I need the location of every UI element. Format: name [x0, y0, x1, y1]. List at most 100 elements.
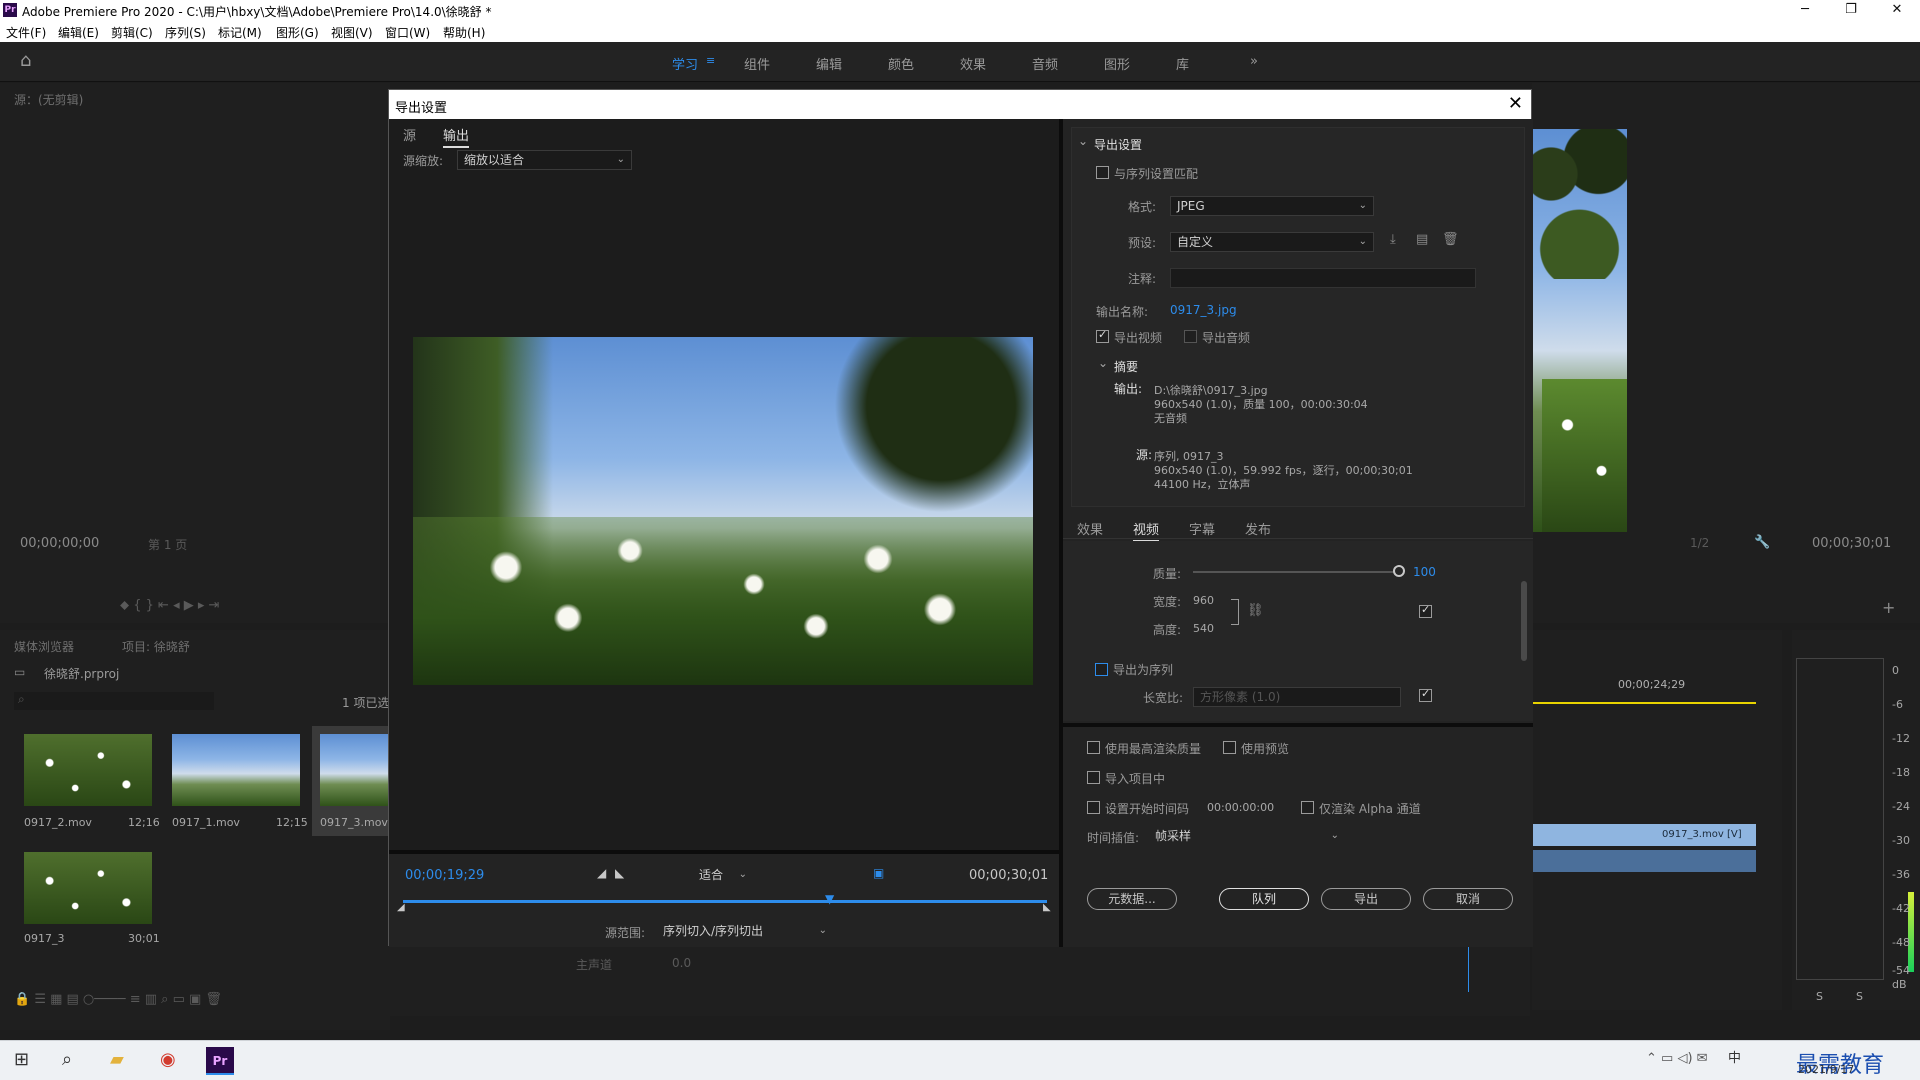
workspace-effects[interactable]: 效果 — [960, 54, 986, 73]
start-timecode-value[interactable]: 00:00:00:00 — [1207, 801, 1274, 814]
quality-slider-handle[interactable] — [1393, 565, 1405, 577]
meter-solo-button[interactable]: S — [1856, 990, 1863, 1003]
source-page-select[interactable]: 第 1 页 — [148, 536, 187, 553]
tab-video[interactable]: 视频 — [1133, 519, 1160, 542]
playhead-line[interactable] — [1468, 946, 1469, 992]
workspace-editing[interactable]: 编辑 — [816, 54, 842, 73]
meter-solo-button[interactable]: S — [1816, 990, 1823, 1003]
workspace-menu-icon[interactable]: ≡ — [706, 54, 715, 67]
height-value[interactable]: 540 — [1193, 622, 1214, 635]
home-icon[interactable]: ⌂ — [20, 50, 31, 71]
windows-start-icon[interactable]: ⊞ — [14, 1049, 29, 1070]
program-timecode[interactable]: 00;00;30;01 — [1812, 536, 1891, 551]
workspace-audio[interactable]: 音频 — [1032, 54, 1058, 73]
delete-preset-icon[interactable]: 🗑 — [1442, 232, 1459, 247]
tab-captions[interactable]: 字幕 — [1189, 519, 1215, 538]
workspace-graphics[interactable]: 图形 — [1104, 54, 1130, 73]
settings-scrollbar[interactable] — [1521, 581, 1527, 661]
width-height-match-checkbox[interactable] — [1419, 603, 1432, 618]
project-thumb-sequence[interactable] — [24, 852, 152, 924]
workspace-color[interactable]: 颜色 — [888, 54, 914, 73]
save-preset-icon[interactable]: ⤓ — [1390, 232, 1396, 247]
metadata-button[interactable]: 元数据... — [1087, 888, 1177, 910]
menu-file[interactable]: 文件(F) — [6, 24, 46, 41]
format-select[interactable]: JPEG ⌄ — [1170, 196, 1374, 216]
menu-view[interactable]: 视图(V) — [331, 24, 373, 41]
project-thumb-0917-1[interactable] — [172, 734, 300, 806]
menu-marker[interactable]: 标记(M) — [218, 24, 262, 41]
tab-output[interactable]: 输出 — [443, 125, 470, 148]
max-render-quality-checkbox[interactable] — [1087, 741, 1100, 754]
menu-graphics[interactable]: 图形(G) — [276, 24, 319, 41]
premiere-taskbar-icon[interactable]: Pr — [206, 1047, 234, 1075]
project-search-input[interactable]: ⌕ — [14, 692, 214, 710]
current-timecode[interactable]: 00;00;19;29 — [405, 868, 484, 883]
timeline-video-clip[interactable]: 0917_3.mov [V] — [1532, 824, 1756, 846]
export-button[interactable]: 导出 — [1321, 888, 1411, 910]
preview-scrubber[interactable] — [403, 900, 1047, 903]
program-ratio-select[interactable]: 1/2 — [1690, 536, 1709, 550]
ime-indicator[interactable]: 中 — [1728, 1047, 1741, 1066]
time-interpolation-select[interactable]: 帧采样 ⌄ — [1149, 827, 1345, 847]
source-transport-icons[interactable]: ⬥ { } ⇤ ◂ ▶ ▸ ⇥ — [120, 598, 219, 613]
add-button-icon[interactable]: + — [1882, 598, 1895, 617]
workspace-libraries[interactable]: 库 — [1176, 54, 1189, 73]
menu-help[interactable]: 帮助(H) — [443, 24, 485, 41]
out-handle-icon[interactable]: ◣ — [1043, 902, 1051, 913]
cancel-button[interactable]: 取消 — [1423, 888, 1513, 910]
collapse-icon[interactable]: ⌄ — [1078, 134, 1088, 148]
tab-project[interactable]: 项目: 徐晓舒 — [122, 638, 190, 655]
menu-edit[interactable]: 编辑(E) — [58, 24, 99, 41]
preset-select[interactable]: 自定义 ⌄ — [1170, 232, 1374, 252]
minimize-icon[interactable]: ─ — [1782, 0, 1828, 22]
project-thumb-0917-3-selected[interactable]: 0917_3.mov — [312, 726, 390, 836]
quality-slider-track[interactable] — [1193, 571, 1399, 573]
aspect-select[interactable]: 方形像素 (1.0) — [1193, 687, 1401, 707]
chain-link-icon[interactable]: ⛓ — [1247, 603, 1264, 618]
source-range-select[interactable]: 序列切入/序列切出 ⌄ — [657, 922, 833, 942]
fit-select[interactable]: 适合 ⌄ — [693, 866, 753, 886]
source-scale-select[interactable]: 缩放以适合 ⌄ — [457, 150, 632, 170]
export-as-sequence-checkbox[interactable] — [1095, 663, 1108, 676]
in-handle-icon[interactable]: ◢ — [397, 902, 405, 913]
menu-sequence[interactable]: 序列(S) — [165, 24, 206, 41]
menu-clip[interactable]: 剪辑(C) — [111, 24, 153, 41]
tab-media-browser[interactable]: 媒体浏览器 — [14, 638, 74, 655]
project-toolbar-icons[interactable]: 🔒 ☰ ▦ ▤ ○──── ≡ ▥ ⌕ ▭ ▣ 🗑 — [14, 992, 222, 1007]
dialog-close-icon[interactable]: ✕ — [1508, 93, 1523, 114]
source-timecode[interactable]: 00;00;00;00 — [20, 536, 99, 551]
tab-effects[interactable]: 效果 — [1077, 519, 1103, 538]
tab-publish[interactable]: 发布 — [1245, 519, 1271, 538]
mark-in-icon[interactable]: ◢ — [597, 866, 606, 880]
wrench-icon[interactable]: 🔧 — [1754, 535, 1770, 550]
workspace-learn[interactable]: 学习 — [672, 54, 698, 73]
source-panel-title[interactable]: 源：(无剪辑) — [14, 91, 83, 108]
search-icon[interactable]: ⌕ — [62, 1049, 72, 1070]
queue-button[interactable]: 队列 — [1219, 888, 1309, 910]
quality-value[interactable]: 100 — [1413, 565, 1436, 579]
work-area-bar[interactable] — [1532, 702, 1756, 704]
workspace-more-icon[interactable]: » — [1250, 54, 1258, 69]
menu-window[interactable]: 窗口(W) — [385, 24, 430, 41]
playhead-icon[interactable]: ▼ — [825, 892, 834, 906]
mark-out-icon[interactable]: ◣ — [615, 866, 624, 880]
window-close-icon[interactable]: ✕ — [1874, 0, 1920, 22]
width-value[interactable]: 960 — [1193, 594, 1214, 607]
summary-collapse-icon[interactable]: ⌄ — [1098, 356, 1108, 370]
import-preset-icon[interactable]: ▤ — [1416, 232, 1428, 247]
export-video-checkbox[interactable] — [1096, 328, 1109, 343]
aspect-match-checkbox[interactable] — [1419, 687, 1432, 702]
maximize-icon[interactable]: ❐ — [1828, 0, 1874, 22]
system-tray-icons[interactable]: ⌃ ▭ ◁) ✉ — [1646, 1051, 1708, 1066]
export-audio-checkbox[interactable] — [1184, 330, 1197, 343]
chrome-icon[interactable]: ◉ — [160, 1049, 176, 1070]
use-previews-checkbox[interactable] — [1223, 741, 1236, 754]
tab-source[interactable]: 源 — [403, 125, 416, 144]
set-start-timecode-checkbox[interactable] — [1087, 801, 1100, 814]
render-alpha-checkbox[interactable] — [1301, 801, 1314, 814]
file-explorer-icon[interactable]: ▰ — [110, 1049, 124, 1070]
comment-input[interactable] — [1170, 268, 1476, 288]
project-thumb-0917-2[interactable] — [24, 734, 152, 806]
output-name-link[interactable]: 0917_3.jpg — [1170, 303, 1237, 317]
import-into-project-checkbox[interactable] — [1087, 771, 1100, 784]
